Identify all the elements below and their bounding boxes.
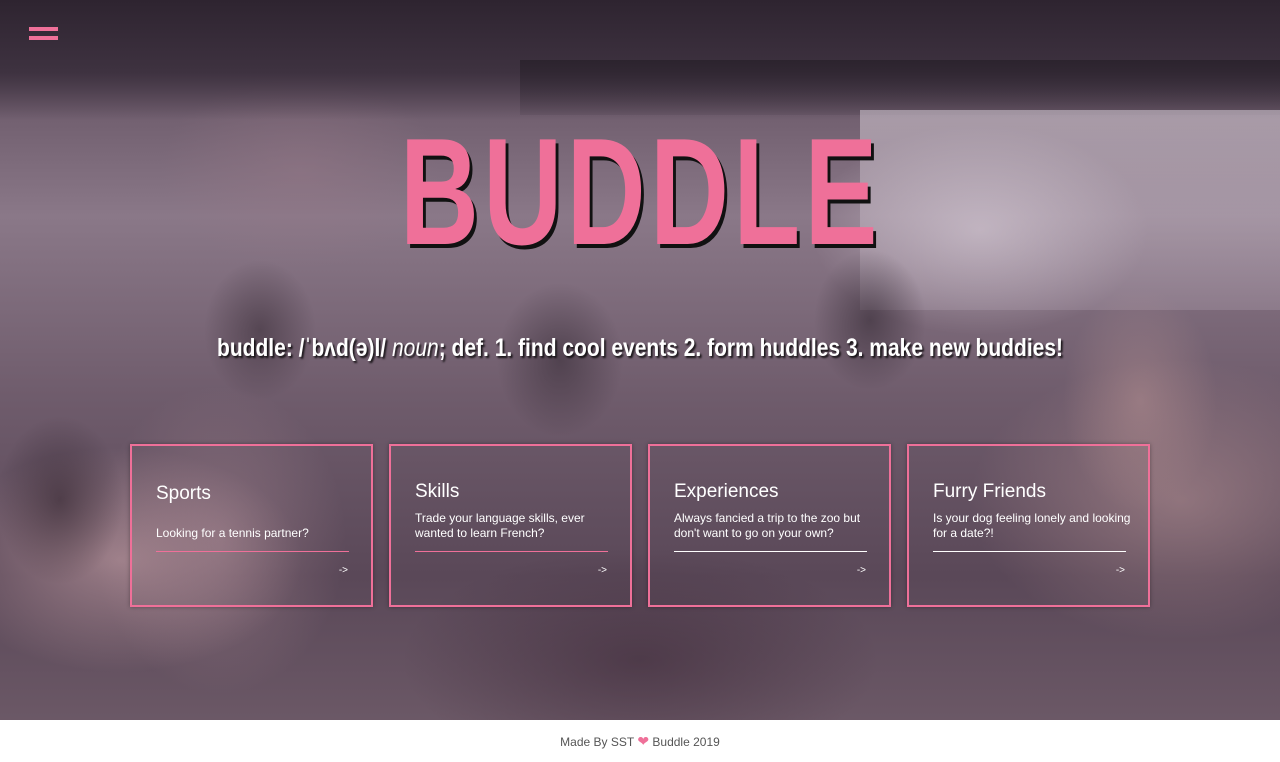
footer: Made By SST ❤ Buddle 2019 bbox=[0, 720, 1280, 762]
card-divider bbox=[415, 551, 608, 552]
card-description: Always fancied a trip to the zoo but don… bbox=[674, 511, 861, 540]
tagline: buddle: /ˈbʌd(ə)l/ noun; def. 1. find co… bbox=[102, 334, 1177, 363]
heart-icon: ❤ bbox=[637, 733, 650, 749]
menu-bar bbox=[29, 27, 58, 31]
hero-background: BUDDLE buddle: /ˈbʌd(ə)l/ noun; def. 1. … bbox=[0, 0, 1280, 720]
card-description: Looking for a tennis partner? bbox=[156, 526, 309, 540]
card-title: Experiences bbox=[674, 481, 779, 502]
tagline-definition: ; def. 1. find cool events 2. form huddl… bbox=[438, 334, 1064, 362]
tagline-part-of-speech: noun bbox=[391, 334, 439, 362]
footer-brand: Buddle 2019 bbox=[652, 735, 720, 749]
card-title: Skills bbox=[415, 481, 460, 502]
card-description: Trade your language skills, ever wanted … bbox=[415, 511, 585, 540]
card-arrow[interactable]: -> bbox=[339, 565, 348, 576]
brand-title: BUDDLE bbox=[399, 107, 882, 277]
menu-bar bbox=[29, 36, 58, 40]
card-divider bbox=[156, 551, 349, 552]
card-arrow[interactable]: -> bbox=[857, 565, 866, 576]
card-title: Furry Friends bbox=[933, 481, 1046, 502]
card-description: Is your dog feeling lonely and looking f… bbox=[933, 511, 1131, 540]
card-divider bbox=[674, 551, 867, 552]
card-arrow[interactable]: -> bbox=[598, 565, 607, 576]
card-experiences[interactable]: Experiences Always fancied a trip to the… bbox=[648, 444, 891, 607]
card-skills[interactable]: Skills Trade your language skills, ever … bbox=[389, 444, 632, 607]
card-divider bbox=[933, 551, 1126, 552]
tagline-word: buddle: /ˈbʌd(ə)l/ bbox=[216, 334, 387, 362]
card-arrow[interactable]: -> bbox=[1116, 565, 1125, 576]
card-furry-friends[interactable]: Furry Friends Is your dog feeling lonely… bbox=[907, 444, 1150, 607]
hamburger-menu-icon[interactable] bbox=[29, 27, 59, 43]
card-sports[interactable]: Sports Looking for a tennis partner? -> bbox=[130, 444, 373, 607]
card-title: Sports bbox=[156, 483, 211, 504]
footer-credit: Made By SST bbox=[560, 735, 634, 749]
category-cards: Sports Looking for a tennis partner? -> … bbox=[130, 444, 1151, 607]
